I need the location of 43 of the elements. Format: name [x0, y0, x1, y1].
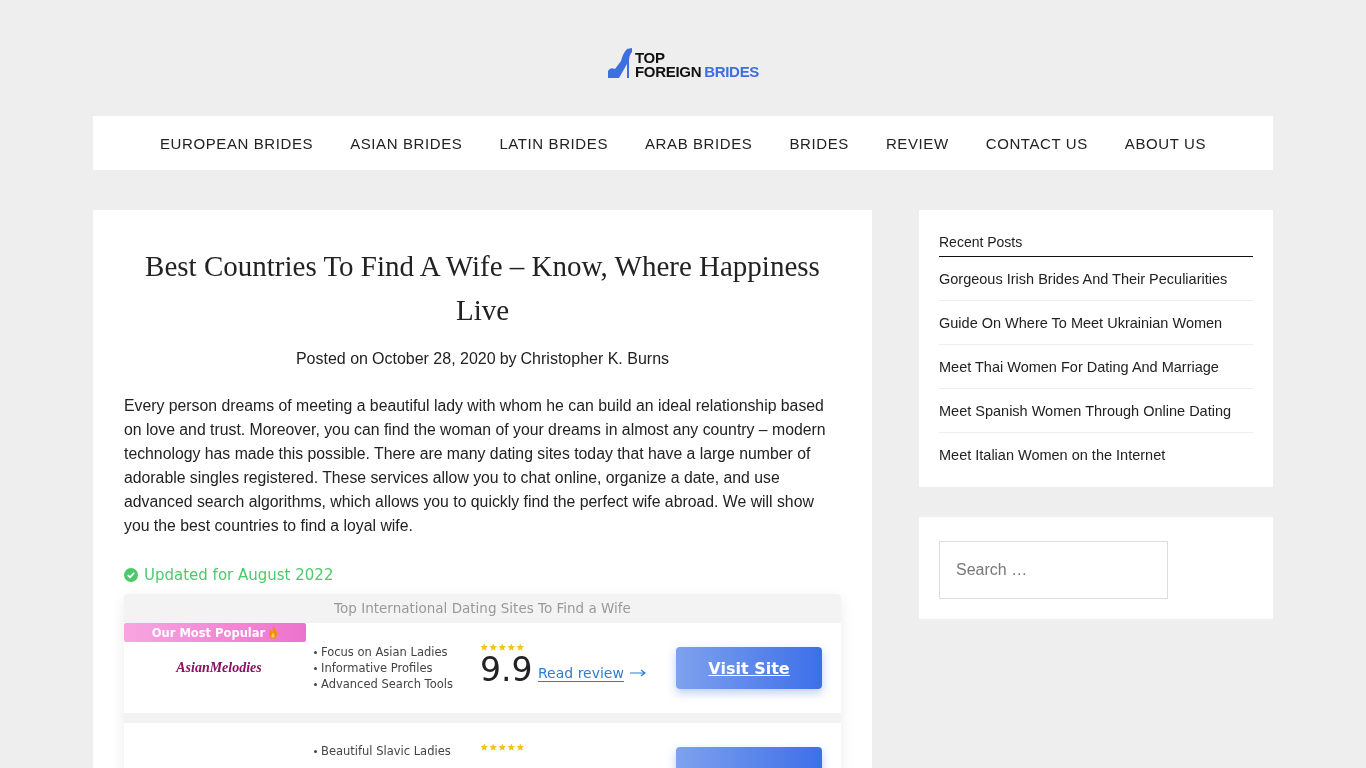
- bullet-icon: [314, 666, 317, 670]
- nav-link[interactable]: ABOUT US: [1124, 134, 1207, 152]
- feature-item: Focus on Asian Ladies: [321, 644, 448, 660]
- updated-note: Updated for August 2022: [144, 566, 334, 584]
- site-logo: AsianMelodies: [176, 660, 262, 675]
- bullet-icon: [314, 650, 317, 654]
- nav-link[interactable]: ARAB BRIDES: [645, 134, 753, 152]
- feature-item: Informative Profiles: [321, 660, 433, 676]
- search-field[interactable]: Search …: [939, 541, 1168, 599]
- rating-score: 9.9: [480, 652, 534, 688]
- read-review-link[interactable]: Read review: [538, 664, 624, 682]
- feature-item: Beautiful Slavic Ladies: [321, 743, 451, 759]
- article-title: Best Countries To Find A Wife – Know, Where Happiness Live: [144, 249, 821, 328]
- by-label: by: [499, 350, 517, 368]
- recent-post-link[interactable]: Meet Spanish Women Through Online Dating: [939, 389, 1253, 433]
- nav-link[interactable]: EUROPEAN BRIDES: [159, 134, 314, 152]
- nav-link[interactable]: BRIDES: [789, 134, 849, 152]
- shoe-icon: [606, 47, 633, 79]
- post-date: October 28, 2020: [372, 350, 496, 368]
- nav-link[interactable]: LATIN BRIDES: [499, 134, 608, 152]
- fire-icon: [268, 626, 279, 639]
- logo-text: BRIDES: [704, 65, 760, 79]
- nav-link[interactable]: REVIEW: [885, 134, 949, 152]
- author-name: Christopher K. Burns: [520, 350, 670, 368]
- logo-text: FOREIGN: [634, 65, 702, 79]
- recent-post-link[interactable]: Gorgeous Irish Brides And Their Peculiarities: [939, 257, 1253, 301]
- intro-paragraph: Every person dreams of meeting a beautiful lady with whom he can build an ideal relationship based on love and trust. Moreover, you can find the woman of your dreams in almost any country – modern technology has made this possible. There are many dating sites today that have a large number of adorable singles registered. These services allow you to chat online, organize a date, and use advanced search algorithms, which allows you to quickly find the perfect wife abroad. We will show you the best countries to find a loyal wife.: [124, 396, 827, 536]
- nav-link[interactable]: CONTACT US: [985, 134, 1088, 152]
- table-title: Top International Dating Sites To Find a Wife: [333, 599, 632, 618]
- recent-post-link[interactable]: Meet Thai Women For Dating And Marriage: [939, 345, 1253, 389]
- nav-link[interactable]: ASIAN BRIDES: [350, 134, 463, 152]
- check-icon: [124, 568, 138, 582]
- logo-text: TOP: [634, 51, 666, 65]
- bullet-icon: [314, 682, 317, 686]
- recent-post-link[interactable]: Meet Italian Women on the Internet: [939, 433, 1253, 467]
- bullet-icon: [314, 749, 317, 753]
- recent-post-link[interactable]: Guide On Where To Meet Ukrainian Women: [939, 301, 1253, 345]
- arrow-icon: [629, 669, 646, 677]
- feature-item: Advanced Search Tools: [321, 676, 453, 692]
- popular-badge: Our Most Popular: [124, 623, 306, 642]
- visit-site-button[interactable]: Visit Site: [676, 647, 822, 689]
- widget-title: Recent Posts: [939, 234, 1253, 257]
- posted-label: Posted on: [295, 350, 368, 368]
